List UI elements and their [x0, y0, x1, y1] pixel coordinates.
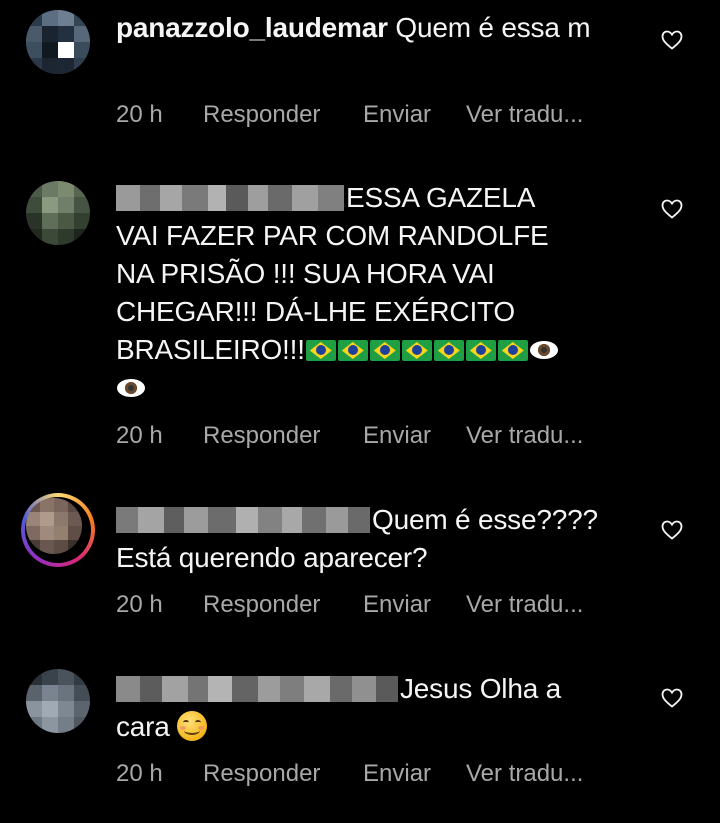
comment-body-line: Quem é esse????	[372, 504, 598, 535]
avatar[interactable]	[26, 181, 90, 245]
reply-button[interactable]: Responder	[203, 101, 320, 129]
brazil-flag-emoji	[497, 340, 528, 361]
send-button[interactable]: Enviar	[363, 101, 431, 129]
comment-body: Quem é essa m	[395, 12, 591, 43]
send-button[interactable]: Enviar	[363, 591, 431, 619]
brazil-flag-emoji	[433, 340, 464, 361]
comment-body-line: ESSA GAZELA	[346, 182, 536, 213]
eye-emoji	[116, 376, 146, 400]
heart-icon[interactable]	[661, 688, 683, 708]
smiling-face-emoji	[177, 711, 208, 741]
translate-button[interactable]: Ver tradu...	[466, 101, 583, 129]
heart-icon[interactable]	[661, 30, 683, 50]
brazil-flag-emoji	[369, 340, 400, 361]
heart-icon[interactable]	[661, 199, 683, 219]
comment-body-line: Está querendo aparecer?	[116, 542, 428, 573]
comment-body-line: BRASILEIRO!!!	[116, 334, 305, 365]
comment-text: Quem é esse???? Está querendo aparecer?	[116, 501, 616, 577]
brazil-flag-emoji	[401, 340, 432, 361]
send-button[interactable]: Enviar	[363, 760, 431, 788]
heart-icon[interactable]	[661, 520, 683, 540]
comment-body-line: CHEGAR!!! DÁ-LHE EXÉRCITO	[116, 296, 516, 327]
comment-time: 20 h	[116, 760, 163, 787]
comment-time: 20 h	[116, 101, 163, 128]
comment-time: 20 h	[116, 591, 163, 618]
comment-text: ESSA GAZELA VAI FAZER PAR COM RANDOLFE N…	[116, 179, 616, 407]
brazil-flag-emoji	[337, 340, 368, 361]
comment-time: 20 h	[116, 422, 163, 449]
comment-username[interactable]: panazzolo_laudemar	[116, 12, 388, 43]
avatar-story-ring[interactable]	[21, 493, 95, 567]
reply-button[interactable]: Responder	[203, 422, 320, 450]
comment-text: Jesus Olha a cara	[116, 670, 616, 746]
comment-text: panazzolo_laudemar Quem é essa m	[116, 9, 616, 47]
brazil-flag-emoji	[305, 340, 336, 361]
blurred-username[interactable]	[116, 185, 344, 211]
comment-body-line: cara	[116, 711, 170, 742]
brazil-flag-emoji	[465, 340, 496, 361]
comment-body-line: NA PRISÃO !!! SUA HORA VAI	[116, 258, 495, 289]
blurred-username[interactable]	[116, 676, 398, 702]
reply-button[interactable]: Responder	[203, 591, 320, 619]
avatar	[26, 498, 82, 554]
comment-body-line: VAI FAZER PAR COM RANDOLFE	[116, 220, 549, 251]
translate-button[interactable]: Ver tradu...	[466, 591, 583, 619]
translate-button[interactable]: Ver tradu...	[466, 760, 583, 788]
reply-button[interactable]: Responder	[203, 760, 320, 788]
comment-body-line: Jesus Olha a	[400, 673, 562, 704]
avatar[interactable]	[26, 10, 90, 74]
eye-emoji	[529, 338, 559, 362]
translate-button[interactable]: Ver tradu...	[466, 422, 583, 450]
send-button[interactable]: Enviar	[363, 422, 431, 450]
avatar[interactable]	[26, 669, 90, 733]
blurred-username[interactable]	[116, 507, 370, 533]
